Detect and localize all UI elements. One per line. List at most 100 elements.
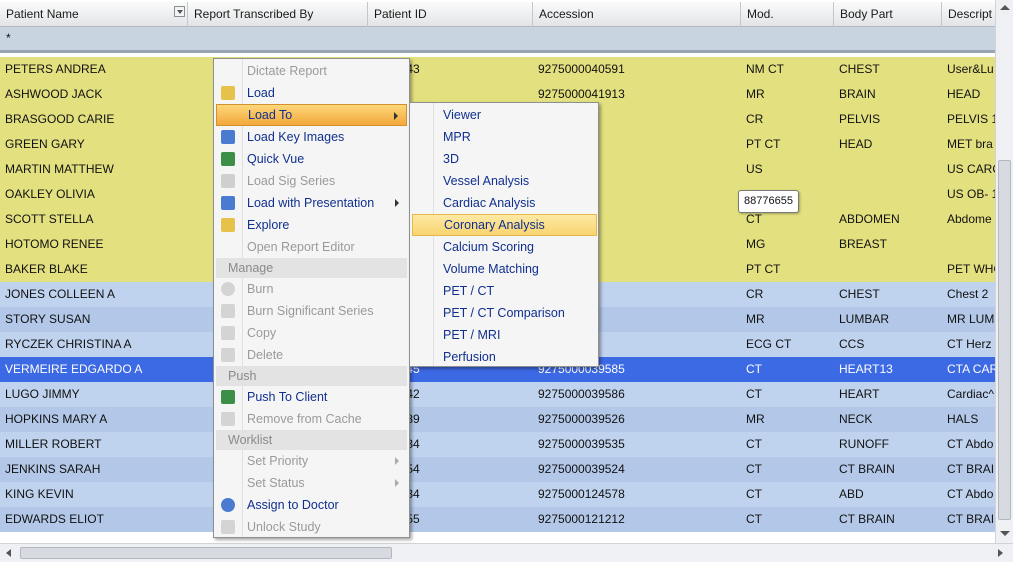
col-header-accession[interactable]: Accession (533, 2, 741, 27)
menu-item-unlock-study[interactable]: Unlock Study (216, 516, 407, 538)
submenu-item-vessel-analysis[interactable]: Vessel Analysis (412, 170, 597, 192)
table-cell-acc: 9275000039526 (538, 412, 625, 426)
table-cell-desc: Chest 2 (947, 287, 989, 301)
submenu-item-3d[interactable]: 3D (412, 148, 597, 170)
menu-item-set-priority[interactable]: Set Priority (216, 450, 407, 472)
table-cell-body (834, 257, 942, 282)
table-cell-body: ABDOMEN (839, 212, 900, 226)
scroll-up-arrow-icon[interactable] (1000, 5, 1010, 10)
table-cell-name: BAKER BLAKE (5, 262, 88, 276)
table-cell-name: ASHWOOD JACK (5, 87, 103, 101)
table-cell-mod: CT (746, 437, 762, 451)
table-cell-body: CT BRAIN (839, 512, 895, 526)
filter-icon[interactable] (174, 6, 185, 17)
submenu-item-cardiac-analysis[interactable]: Cardiac Analysis (412, 192, 597, 214)
section-push: Push (216, 366, 407, 386)
table-row[interactable]: LUGO JIMMY40555429275000039586CTHEARTCar… (0, 382, 995, 407)
menu-item-delete[interactable]: Delete (216, 344, 407, 366)
table-cell-body: HEART13 (839, 362, 893, 376)
burn-series-icon (221, 304, 235, 318)
submenu-item-viewer[interactable]: Viewer (412, 104, 597, 126)
menu-item-load-to[interactable]: Load To (216, 104, 407, 126)
table-cell-name: VERMEIRE EDGARDO A (5, 362, 143, 376)
table-cell-mod: CT (746, 387, 762, 401)
menu-item-push-to-client[interactable]: Push To Client (216, 386, 407, 408)
table-row[interactable]: HOPKINS MARY A54867899275000039526MRNECK… (0, 407, 995, 432)
horizontal-scrollbar[interactable] (0, 543, 1013, 562)
table-cell-body: ABD (839, 487, 864, 501)
table-cell-desc: PET WHO (947, 262, 995, 276)
table-row[interactable]: PETERS ANDREA78743439275000040591NM CTCH… (0, 57, 995, 82)
col-header-patient-name[interactable]: Patient Name (0, 2, 188, 27)
menu-item-load[interactable]: Load (216, 82, 407, 104)
col-header-body-part[interactable]: Body Part (834, 2, 942, 27)
copy-icon (221, 326, 235, 340)
table-cell-mod: CT (746, 362, 762, 376)
grid-header: Patient Name Report Transcribed By Patie… (0, 2, 995, 27)
table-cell-desc: CT BRAI (947, 462, 995, 476)
table-cell-desc: HALS (947, 412, 979, 426)
table-cell-name: RYCZEK CHRISTINA A (5, 337, 132, 351)
col-header-modality[interactable]: Mod. (741, 2, 834, 27)
table-row[interactable]: MILLER ROBERT54231349275000039535CTRUNOF… (0, 432, 995, 457)
menu-item-load-key-images[interactable]: Load Key Images (216, 126, 407, 148)
table-cell-desc: CT Abdo (947, 487, 994, 501)
menu-item-remove-from-cache[interactable]: Remove from Cache (216, 408, 407, 430)
scroll-right-arrow-icon[interactable] (998, 549, 1003, 557)
table-row[interactable]: EDWARDS ELIOT50219559275000121212CTCT BR… (0, 507, 995, 532)
submenu-item-mpr[interactable]: MPR (412, 126, 597, 148)
menu-item-quick-vue[interactable]: Quick Vue (216, 148, 407, 170)
table-cell-acc: 9275000039586 (538, 387, 625, 401)
table-cell-name: KING KEVIN (5, 487, 74, 501)
table-cell-body (834, 157, 942, 182)
scroll-down-arrow-icon[interactable] (1000, 531, 1010, 536)
table-cell-body: HEAD (839, 137, 873, 151)
submenu-item-calcium-scoring[interactable]: Calcium Scoring (412, 236, 597, 258)
filter-row[interactable]: * (0, 27, 995, 53)
vertical-scrollbar[interactable] (995, 0, 1013, 543)
sig-series-icon (221, 174, 235, 188)
table-cell-name: BRASGOOD CARIE (5, 112, 115, 126)
menu-item-burn[interactable]: Burn (216, 278, 407, 300)
col-header-patient-id[interactable]: Patient ID (368, 2, 533, 27)
table-cell-name: MILLER ROBERT (5, 437, 102, 451)
menu-item-copy[interactable]: Copy (216, 322, 407, 344)
menu-item-load-sig-series[interactable]: Load Sig Series (216, 170, 407, 192)
table-cell-mod: MR (746, 87, 765, 101)
table-cell-mod: US (746, 162, 763, 176)
table-cell-body: CT BRAIN (839, 462, 895, 476)
menu-item-assign-to-doctor[interactable]: Assign to Doctor (216, 494, 407, 516)
menu-item-set-status[interactable]: Set Status (216, 472, 407, 494)
menu-item-dictate-report[interactable]: Dictate Report (216, 60, 407, 82)
menu-item-open-report-editor[interactable]: Open Report Editor (216, 236, 407, 258)
submenu-item-perfusion[interactable]: Perfusion (412, 346, 597, 368)
submenu-arrow-icon (394, 112, 398, 120)
section-worklist: Worklist (216, 430, 407, 450)
submenu-item-pet-ct[interactable]: PET / CT (412, 280, 597, 302)
table-row[interactable]: KING KEVIN20919349275000124578CTABDCT Ab… (0, 482, 995, 507)
table-row[interactable]: JENKINS SARAH46546549275000039524CTCT BR… (0, 457, 995, 482)
menu-item-load-with-presentation[interactable]: Load with Presentation (216, 192, 407, 214)
col-header-description[interactable]: Descript (942, 2, 995, 27)
table-cell-mod: CR (746, 287, 764, 301)
table-cell-name: OAKLEY OLIVIA (5, 187, 95, 201)
table-cell-acc: 9275000121212 (538, 512, 625, 526)
submenu-item-volume-matching[interactable]: Volume Matching (412, 258, 597, 280)
vertical-scroll-thumb[interactable] (998, 160, 1011, 520)
context-menu: Dictate Report Load Load To Load Key Ima… (213, 58, 410, 538)
remove-cache-icon (221, 412, 235, 426)
horizontal-scroll-thumb[interactable] (20, 547, 392, 559)
submenu-item-pet-mri[interactable]: PET / MRI (412, 324, 597, 346)
table-cell-mod: MG (746, 237, 766, 251)
submenu-item-coronary-analysis[interactable]: Coronary Analysis (412, 214, 597, 236)
submenu-item-pet-ct-comparison[interactable]: PET / CT Comparison (412, 302, 597, 324)
menu-item-burn-significant-series[interactable]: Burn Significant Series (216, 300, 407, 322)
table-cell-desc: CT Herz (947, 337, 992, 351)
col-header-report-transcribed-by[interactable]: Report Transcribed By (188, 2, 368, 27)
menu-item-explore[interactable]: Explore (216, 214, 407, 236)
table-cell-mod: CT (746, 487, 762, 501)
scroll-left-arrow-icon[interactable] (6, 549, 11, 557)
table-cell-name: HOTOMO RENEE (5, 237, 104, 251)
submenu-arrow-icon (395, 479, 399, 487)
table-cell-mod: ECG CT (746, 337, 792, 351)
